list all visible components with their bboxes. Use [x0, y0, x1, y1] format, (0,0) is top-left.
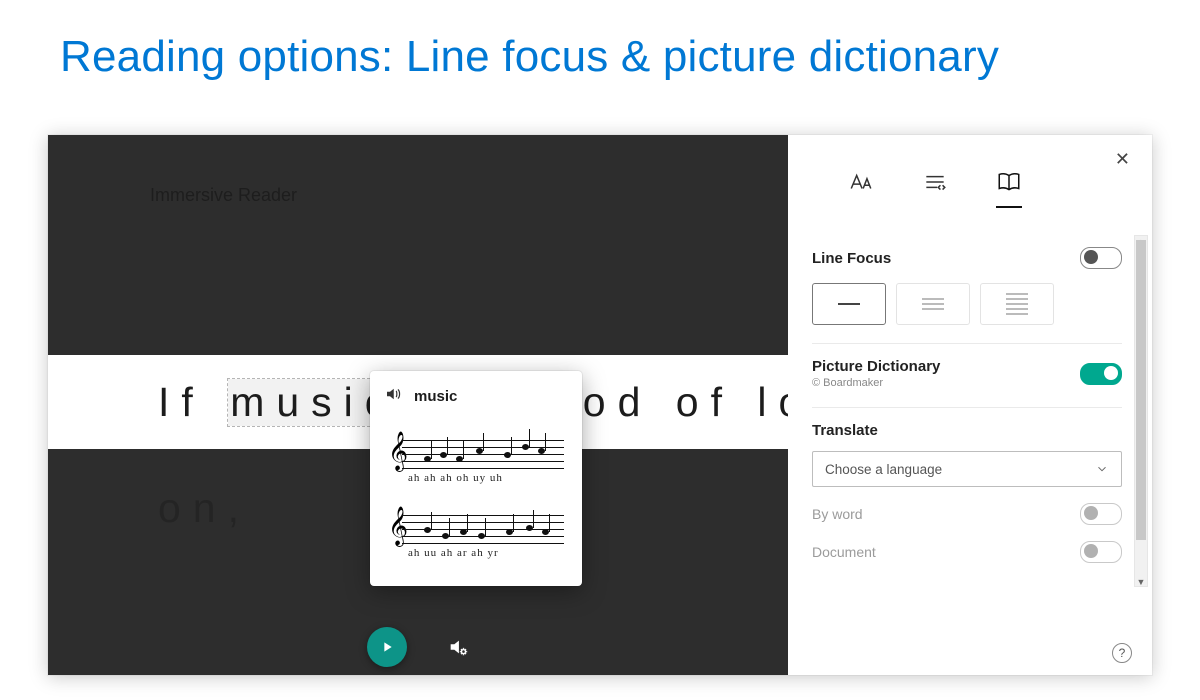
translate-label: Translate: [812, 422, 1122, 439]
translate-document-label: Document: [812, 544, 876, 560]
scroll-thumb[interactable]: [1136, 240, 1146, 540]
slide-title: Reading options: Line focus & picture di…: [0, 0, 1200, 100]
play-controls: [48, 615, 788, 675]
reading-options-panel: ✕: [788, 135, 1152, 675]
reader-app-name: Immersive Reader: [150, 185, 297, 206]
chevron-down-icon: [1095, 462, 1109, 476]
panel-body: Line Focus: [812, 233, 1122, 665]
translate-placeholder: Choose a language: [825, 462, 942, 477]
speaker-icon[interactable]: [384, 385, 402, 408]
lyrics-line-2: ah uu ah ar ah yr: [388, 547, 564, 559]
picture-dictionary-label: Picture Dictionary: [812, 358, 940, 375]
translate-by-word-toggle[interactable]: [1080, 503, 1122, 525]
picture-dictionary-section: Picture Dictionary © Boardmaker: [812, 344, 1122, 408]
scroll-down-icon[interactable]: ▼: [1135, 576, 1147, 588]
panel-scrollbar[interactable]: ▲ ▼: [1134, 235, 1148, 587]
line-focus-three-lines[interactable]: [896, 283, 970, 325]
focus-line-text: If music: [48, 379, 399, 426]
help-icon[interactable]: ?: [1112, 643, 1132, 663]
translate-document-toggle[interactable]: [1080, 541, 1122, 563]
play-button[interactable]: [367, 627, 407, 667]
text-preferences-tab[interactable]: [848, 169, 874, 208]
close-icon[interactable]: ✕: [1115, 149, 1130, 170]
popup-word: music: [414, 388, 457, 405]
line-focus-label: Line Focus: [812, 250, 891, 267]
line-focus-section: Line Focus: [812, 233, 1122, 344]
grammar-options-tab[interactable]: [922, 169, 948, 208]
reading-preferences-tab[interactable]: [996, 169, 1022, 208]
line-prefix: If: [158, 379, 228, 425]
line-focus-five-lines[interactable]: [980, 283, 1054, 325]
voice-settings-button[interactable]: [447, 636, 469, 658]
picture-dictionary-image: 𝄞 ah ah ah oh uy uh 𝄞: [388, 420, 564, 570]
picture-dictionary-popup: music 𝄞 ah ah ah oh uy uh: [370, 371, 582, 586]
picture-dictionary-toggle[interactable]: [1080, 363, 1122, 385]
immersive-reader-view: Immersive Reader If music ood of lo on, …: [48, 135, 788, 675]
translate-by-word-label: By word: [812, 506, 863, 522]
picture-dictionary-sublabel: © Boardmaker: [812, 377, 940, 389]
screenshot-stage: Immersive Reader If music ood of lo on, …: [48, 135, 1152, 675]
line-tail: ood of lo: [548, 355, 788, 449]
line-focus-toggle[interactable]: [1080, 247, 1122, 269]
panel-tabs: [788, 135, 1152, 222]
line-focus-modes: [812, 283, 1122, 325]
dimmed-next-line: on,: [158, 485, 251, 532]
translate-language-select[interactable]: Choose a language: [812, 451, 1122, 487]
lyrics-line-1: ah ah ah oh uy uh: [388, 472, 564, 484]
line-focus-one-line[interactable]: [812, 283, 886, 325]
translate-section: Translate Choose a language By word Docu…: [812, 408, 1122, 581]
